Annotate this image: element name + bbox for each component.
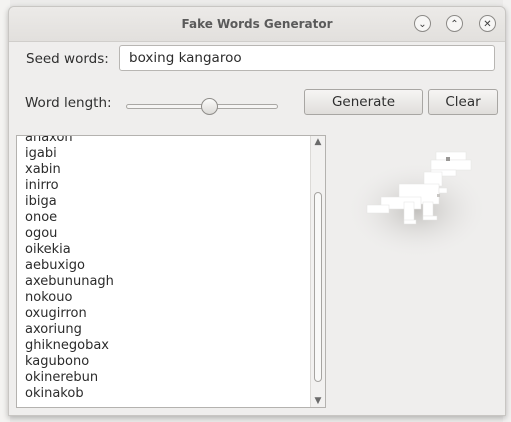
title-bar[interactable]: Fake Words Generator ⌄ ⌃ ✕ [9, 7, 505, 42]
list-item[interactable]: axoriung [17, 322, 311, 338]
list-item[interactable]: ibiga [17, 194, 311, 210]
words-list-content: anaxon igabi xabin inirro ibiga onoe ogou oikek… [17, 136, 311, 402]
dinosaur-icon [347, 151, 487, 258]
close-button[interactable]: ✕ [479, 15, 496, 32]
list-item[interactable]: oxugirron [17, 306, 311, 322]
list-item[interactable]: onoe [17, 210, 311, 226]
seed-words-label: Seed words: [26, 51, 109, 67]
maximize-button[interactable]: ⌃ [446, 15, 463, 32]
list-item[interactable]: oikekia [17, 242, 311, 258]
seed-words-input[interactable]: boxing kangaroo [119, 45, 495, 71]
generated-words-list[interactable]: anaxon igabi xabin inirro ibiga onoe ogou oikek… [16, 135, 326, 408]
list-item[interactable]: ogou [17, 226, 311, 242]
app-window: Fake Words Generator ⌄ ⌃ ✕ Seed words: b… [8, 6, 506, 416]
list-item[interactable]: aebuxigo [17, 258, 311, 274]
list-item[interactable]: xabin [17, 162, 311, 178]
generate-button[interactable]: Generate [304, 89, 423, 115]
list-item[interactable]: igabi [17, 146, 311, 162]
scroll-down-icon[interactable]: ▼ [313, 396, 323, 406]
list-item[interactable]: okinakob [17, 386, 311, 402]
clear-button[interactable]: Clear [428, 89, 498, 115]
list-item[interactable]: ghiknegobax [17, 338, 311, 354]
vertical-scrollbar[interactable]: ▲ ▼ [310, 136, 325, 407]
word-length-slider-thumb[interactable] [201, 98, 219, 115]
scrollbar-thumb[interactable] [314, 192, 322, 382]
minimize-button[interactable]: ⌄ [414, 15, 431, 32]
list-item[interactable]: axebununagh [17, 274, 311, 290]
word-length-label: Word length: [25, 95, 112, 111]
list-item[interactable]: anaxon [17, 136, 311, 146]
list-item[interactable]: okinerebun [17, 370, 311, 386]
list-item[interactable]: nokouo [17, 290, 311, 306]
list-item[interactable]: kagubono [17, 354, 311, 370]
scroll-up-icon[interactable]: ▲ [313, 137, 323, 147]
list-item[interactable]: inirro [17, 178, 311, 194]
